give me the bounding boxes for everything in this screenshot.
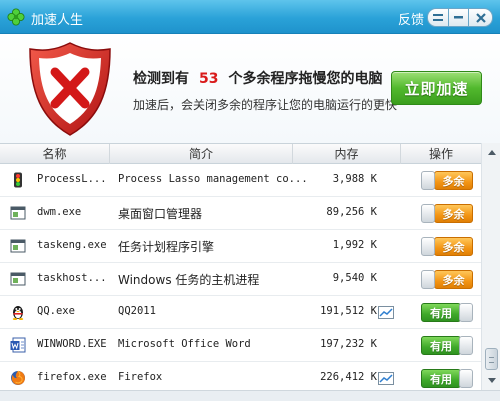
window-app-icon: [10, 239, 26, 253]
process-description: QQ2011: [118, 305, 156, 317]
warning-subtitle: 加速后，会关闭多余的程序让您的电脑运行的更快: [133, 98, 398, 112]
scan-result-header: 检测到有 53 个多余程序拖慢您的电脑 加速后，会关闭多余的程序让您的电脑运行的更快…: [0, 35, 500, 143]
table-row[interactable]: ProcessL... Process Lasso management co.…: [0, 164, 481, 197]
process-memory: 197,232 K: [320, 338, 377, 350]
scroll-down-button[interactable]: [484, 373, 499, 388]
toggle-label: 多余: [434, 204, 473, 223]
warning-shield-icon: [29, 42, 111, 136]
process-memory: 226,412 K: [320, 371, 377, 383]
process-description: 桌面窗口管理器: [118, 207, 203, 221]
memory-chart-icon[interactable]: [378, 372, 394, 385]
clover-logo-icon: [7, 8, 25, 26]
process-list: ProcessL... Process Lasso management co.…: [0, 164, 481, 390]
title-bar[interactable]: 加速人生 反馈: [0, 0, 500, 34]
warning-prefix: 检测到有: [133, 71, 189, 87]
process-memory: 89,256 K: [326, 206, 377, 218]
toggle-label: 有用: [421, 303, 461, 322]
firefox-icon: [11, 370, 25, 385]
table-row[interactable]: taskeng.exe 任务计划程序引擎 1,992 K 多余: [0, 230, 481, 263]
redundant-toggle[interactable]: 多余: [421, 171, 473, 190]
table-row[interactable]: QQ.exe QQ2011 191,512 K 有用: [0, 296, 481, 329]
process-memory: 9,540 K: [332, 272, 377, 284]
process-name: taskeng.exe: [37, 239, 107, 251]
table-row[interactable]: dwm.exe 桌面窗口管理器 89,256 K 多余: [0, 197, 481, 230]
window-app-icon: [10, 206, 26, 220]
toggle-label: 有用: [421, 336, 461, 355]
process-name: WINWORD.EXE: [37, 338, 107, 350]
useful-toggle[interactable]: 有用: [421, 336, 473, 355]
column-header-name[interactable]: 名称: [0, 144, 110, 164]
accelerate-now-button[interactable]: 立即加速: [391, 71, 482, 105]
chevron-down-icon: [487, 378, 496, 383]
process-memory: 191,512 K: [320, 305, 377, 317]
redundant-toggle[interactable]: 多余: [421, 204, 473, 223]
process-memory: 1,992 K: [332, 239, 377, 251]
process-name: taskhost...: [37, 272, 107, 284]
useful-toggle[interactable]: 有用: [421, 303, 473, 322]
qq-penguin-icon: [12, 306, 24, 320]
redundant-toggle[interactable]: 多余: [421, 237, 473, 256]
feedback-link[interactable]: 反馈: [398, 9, 424, 28]
close-button[interactable]: [468, 8, 493, 27]
word-document-icon: [10, 337, 26, 353]
process-name: firefox.exe: [37, 371, 107, 383]
minimize-button[interactable]: [448, 8, 469, 27]
process-name: ProcessL...: [37, 173, 107, 185]
toggle-label: 有用: [421, 369, 461, 388]
table-row[interactable]: firefox.exe Firefox 226,412 K 有用: [0, 362, 481, 390]
minimize-icon: [454, 16, 463, 19]
warning-message: 检测到有 53 个多余程序拖慢您的电脑: [133, 68, 382, 88]
window-bottom-border: [0, 390, 500, 401]
column-header-memory[interactable]: 内存: [293, 144, 401, 164]
table-row[interactable]: WINWORD.EXE Microsoft Office Word 197,23…: [0, 329, 481, 362]
menu-icon: [433, 13, 443, 21]
redundant-program-count: 53: [199, 71, 219, 87]
toggle-knob: [459, 336, 473, 355]
vertical-scrollbar[interactable]: [481, 143, 500, 390]
toggle-knob: [421, 270, 435, 289]
memory-chart-icon[interactable]: [378, 306, 394, 319]
warning-suffix: 个多余程序拖慢您的电脑: [228, 71, 383, 87]
chevron-up-icon: [487, 150, 496, 155]
process-name: dwm.exe: [37, 206, 82, 218]
window-title: 加速人生: [31, 13, 84, 28]
process-description: Microsoft Office Word: [118, 338, 251, 350]
column-header-action[interactable]: 操作: [401, 144, 481, 164]
toggle-knob: [459, 369, 473, 388]
toggle-knob: [421, 237, 435, 256]
scrollbar-thumb[interactable]: [485, 348, 498, 370]
process-description: Firefox: [118, 371, 163, 383]
window-app-icon: [10, 272, 26, 286]
toggle-knob: [421, 171, 435, 190]
close-icon: [475, 12, 486, 23]
redundant-toggle[interactable]: 多余: [421, 270, 473, 289]
process-table-header: 名称 简介 内存 操作: [0, 143, 481, 164]
menu-button[interactable]: [427, 8, 449, 27]
traffic-light-icon: [14, 172, 22, 188]
table-row[interactable]: taskhost... Windows 任务的主机进程 9,540 K 多余: [0, 263, 481, 296]
toggle-label: 多余: [434, 270, 473, 289]
process-description: Windows 任务的主机进程: [118, 273, 260, 287]
toggle-knob: [459, 303, 473, 322]
toggle-label: 多余: [434, 171, 473, 190]
column-header-description[interactable]: 简介: [110, 144, 293, 164]
useful-toggle[interactable]: 有用: [421, 369, 473, 388]
toggle-label: 多余: [434, 237, 473, 256]
process-description: 任务计划程序引擎: [118, 240, 215, 254]
process-memory: 3,988 K: [332, 173, 377, 185]
scroll-up-button[interactable]: [484, 145, 499, 160]
toggle-knob: [421, 204, 435, 223]
process-description: Process Lasso management co...: [118, 173, 308, 185]
process-name: QQ.exe: [37, 305, 75, 317]
